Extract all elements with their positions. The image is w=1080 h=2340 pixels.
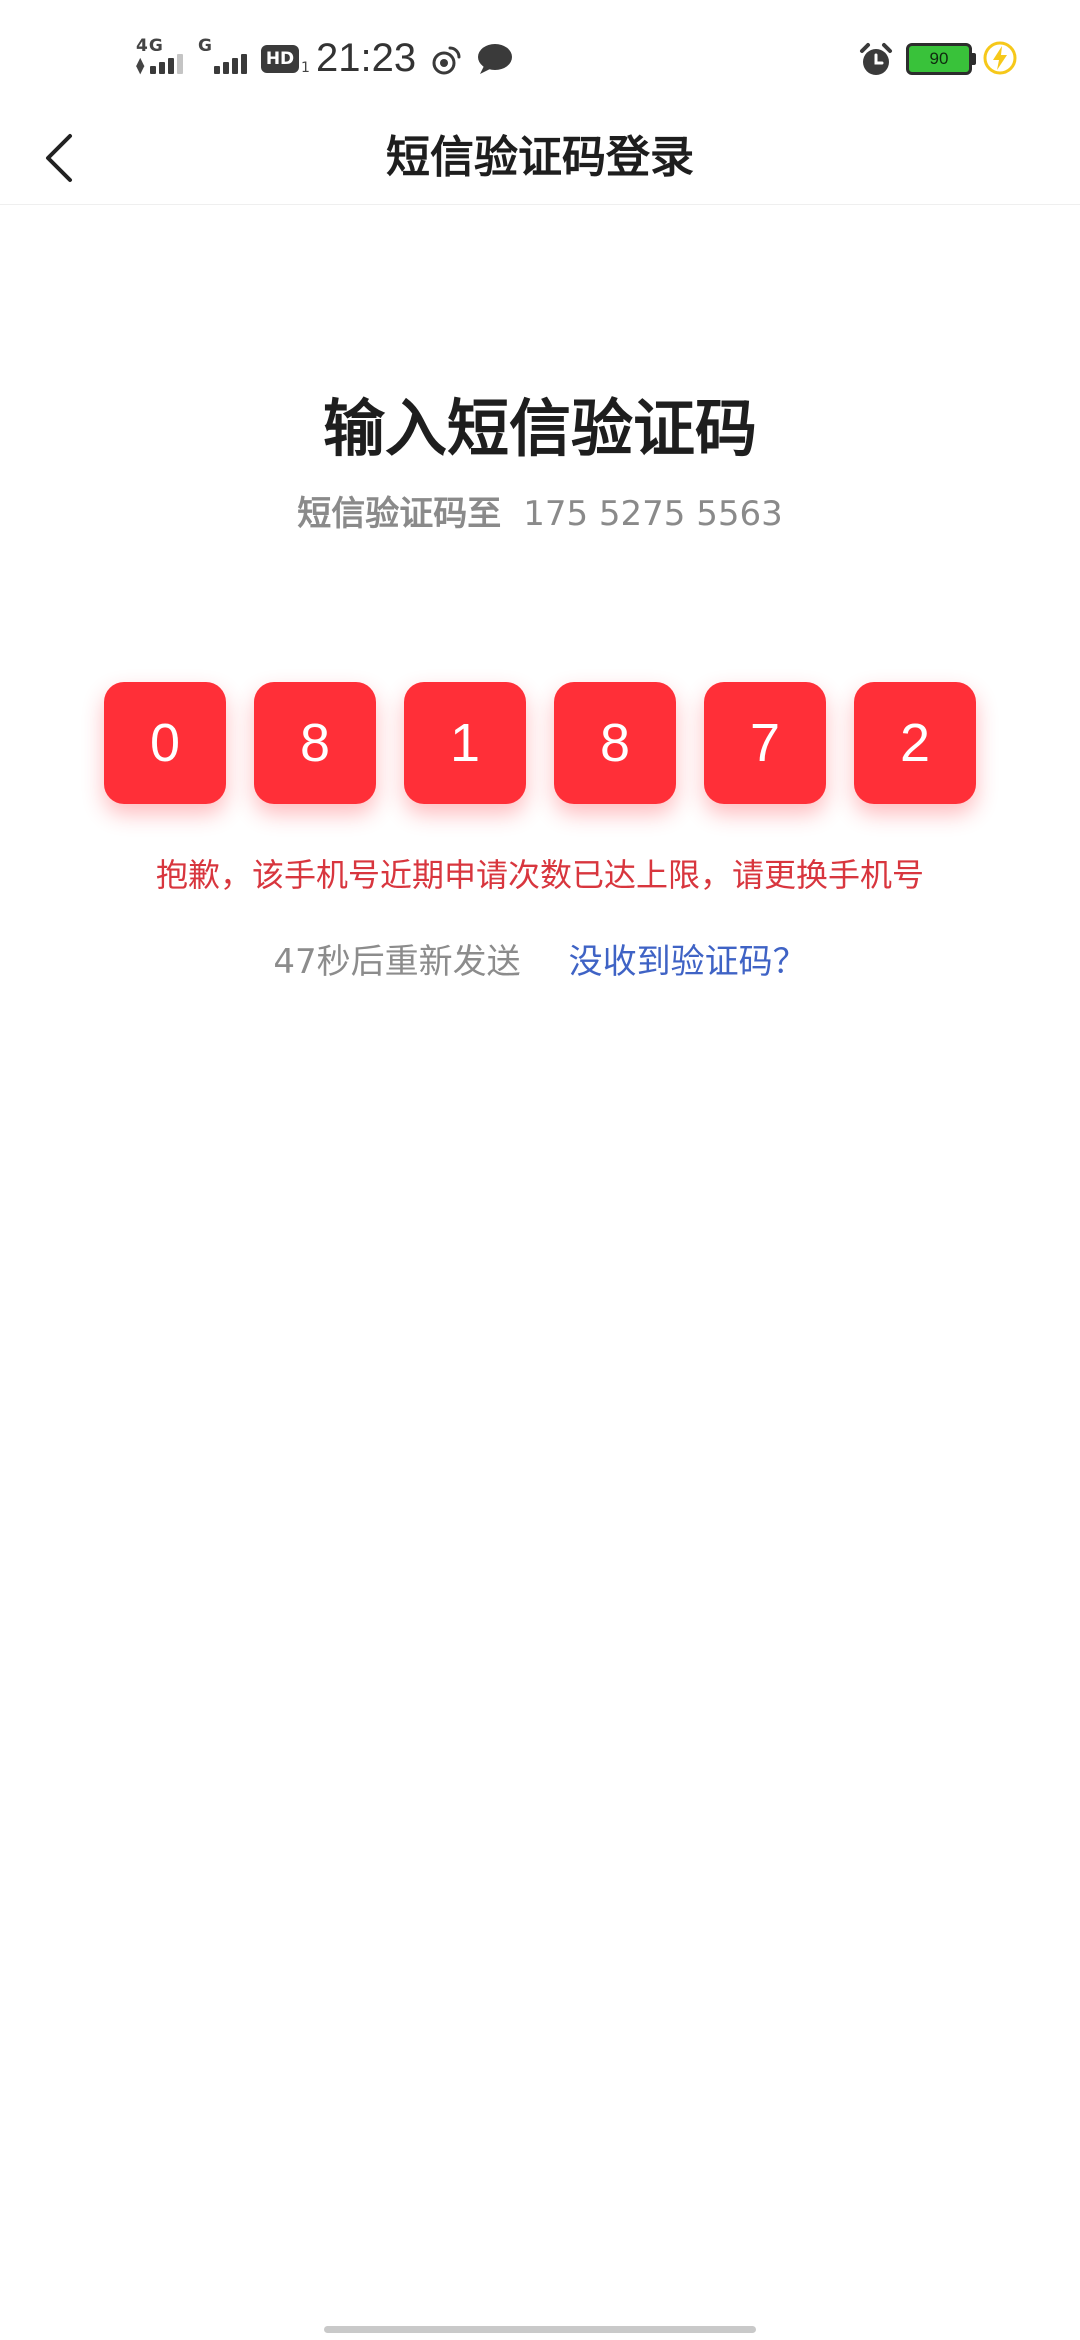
error-message: 抱歉，该手机号近期申请次数已达上限，请更换手机号: [155, 856, 924, 894]
nav-bar: 短信验证码登录: [0, 112, 1080, 205]
alarm-icon: [860, 43, 892, 75]
status-bar: 4G ▲ ▼ G HD 1 21:23 90: [0, 0, 1080, 112]
sim1-signal-icon: [150, 52, 183, 74]
code-digit-box[interactable]: 7: [704, 682, 826, 804]
weibo-icon: [432, 46, 461, 75]
phone-number: 175 5275 5563: [523, 494, 783, 534]
sent-to-label: 短信验证码至: [297, 494, 502, 534]
sim2-indicator: G: [196, 36, 256, 78]
message-bubble-icon: [478, 44, 512, 74]
hd-voice-icon: HD: [261, 45, 299, 73]
code-digit-box[interactable]: 2: [854, 682, 976, 804]
code-digit-box[interactable]: 1: [404, 682, 526, 804]
status-time: 21:23: [316, 36, 417, 80]
resend-countdown: 47秒后重新发送: [273, 942, 521, 982]
battery-level: 90: [906, 43, 972, 75]
sent-to-line: 短信验证码至 175 5275 5563: [0, 486, 1080, 535]
resend-row: 47秒后重新发送 没收到验证码？: [0, 934, 1080, 983]
code-digit-box[interactable]: 8: [254, 682, 376, 804]
battery-icon: 90: [906, 43, 976, 75]
battery-cap: [972, 53, 976, 65]
code-input-row[interactable]: 0 8 1 8 7 2: [104, 682, 976, 804]
page-title: 短信验证码登录: [386, 132, 694, 183]
verification-heading: 输入短信验证码: [322, 392, 757, 465]
code-digit-box[interactable]: 8: [554, 682, 676, 804]
data-arrows-icon: ▲ ▼: [136, 55, 145, 76]
no-code-help-link[interactable]: 没收到验证码？: [569, 942, 807, 982]
sim2-network-label: G: [198, 36, 213, 56]
charging-icon: [983, 41, 1017, 75]
code-digit-box[interactable]: 0: [104, 682, 226, 804]
sim2-signal-icon: [214, 52, 247, 74]
sim1-indicator: 4G ▲ ▼: [134, 36, 190, 78]
home-indicator[interactable]: [324, 2326, 756, 2333]
hd-sim-number: 1: [301, 60, 310, 76]
